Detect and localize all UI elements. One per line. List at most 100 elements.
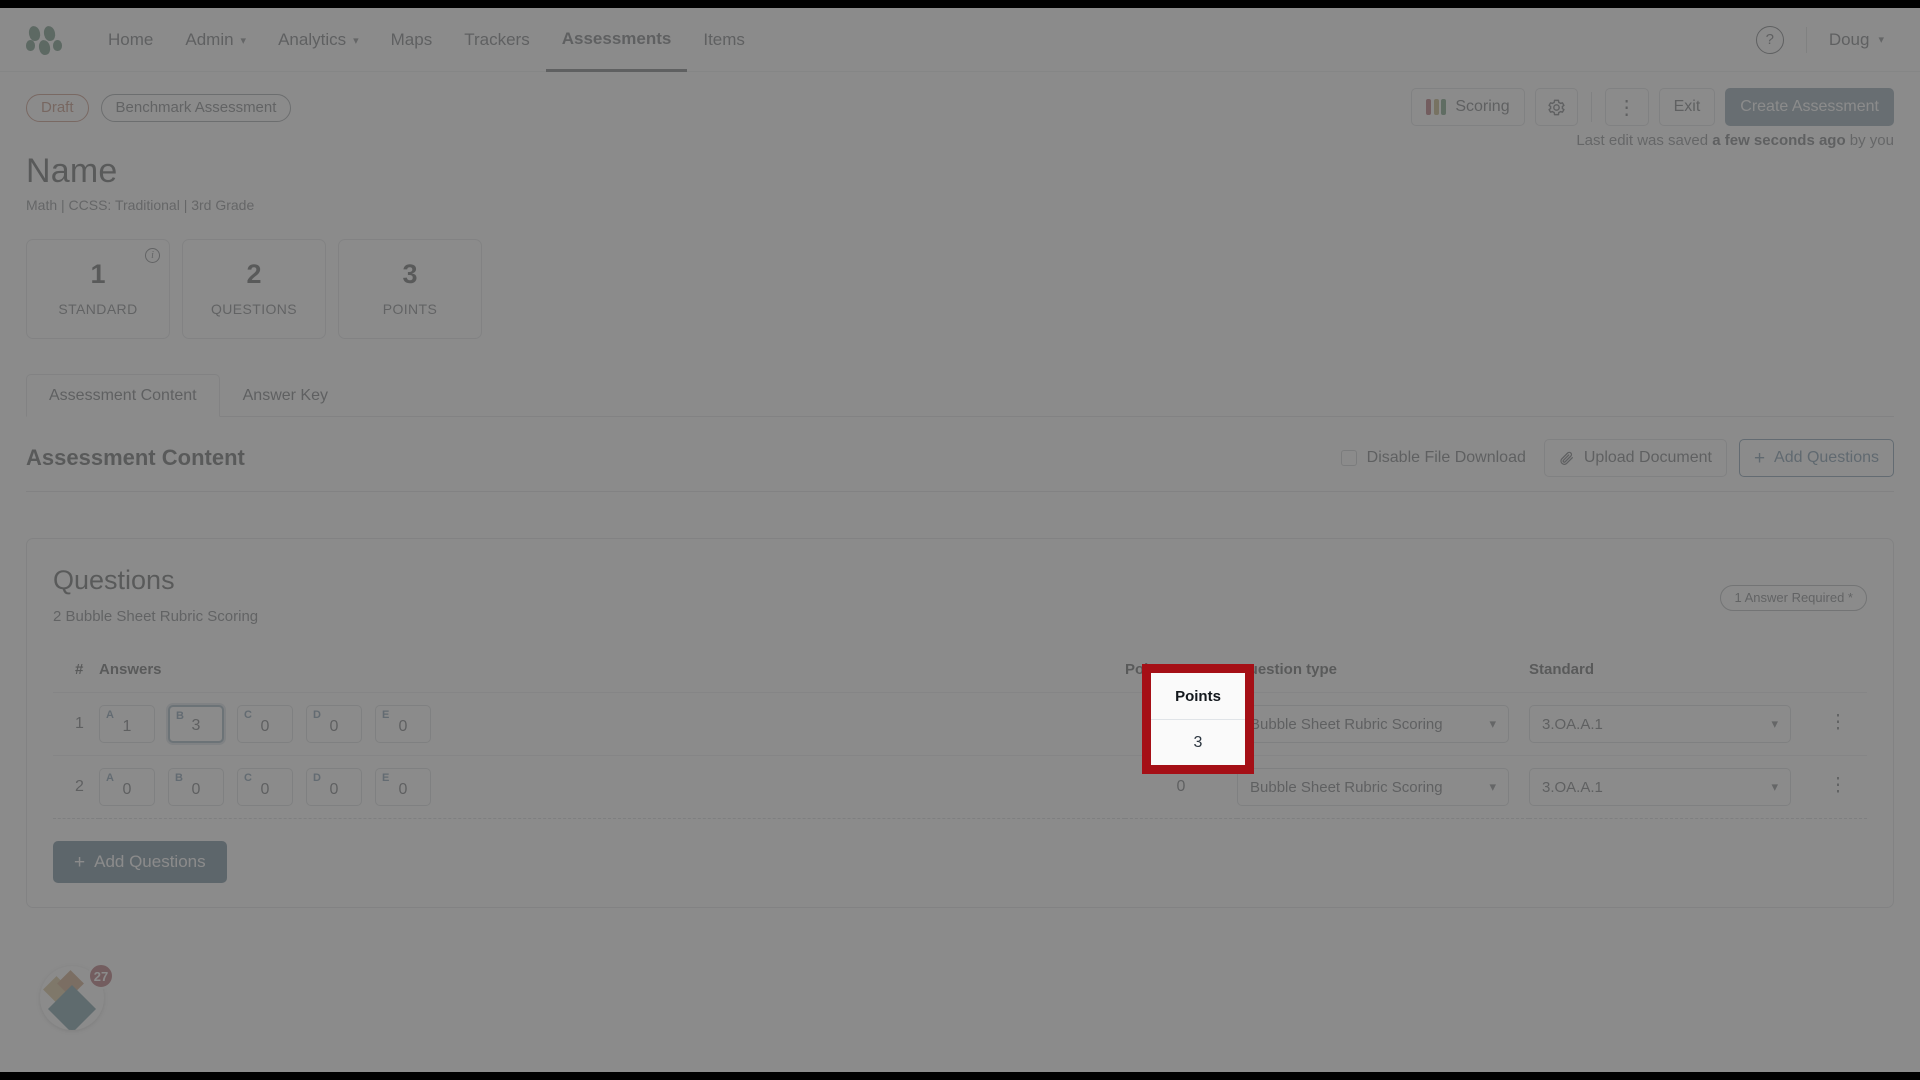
- stat-value: 3: [402, 259, 418, 289]
- stat-value: 2: [246, 259, 262, 289]
- answer-value: 0: [122, 781, 132, 798]
- row-question-type-cell: Bubble Sheet Rubric Scoring ▾: [1237, 755, 1529, 819]
- user-menu-button[interactable]: Doug ▾: [1829, 30, 1894, 50]
- question-type-value: Bubble Sheet Rubric Scoring: [1250, 778, 1443, 796]
- answer-value: 0: [191, 781, 201, 798]
- row-question-type-cell: Bubble Sheet Rubric Scoring ▾: [1237, 692, 1529, 756]
- chevron-down-icon: ▾: [240, 34, 247, 47]
- settings-button[interactable]: [1534, 88, 1578, 126]
- assessment-type-badge: Benchmark Assessment: [100, 94, 292, 122]
- answer-input-c[interactable]: C 0: [237, 768, 293, 806]
- scoring-label: Scoring: [1455, 98, 1510, 115]
- help-icon[interactable]: ?: [1755, 25, 1784, 54]
- header-divider: [1590, 92, 1592, 122]
- row-number: 2: [75, 778, 84, 795]
- answer-input-a[interactable]: A 0: [99, 768, 155, 806]
- answer-input-d[interactable]: D 0: [306, 705, 362, 743]
- column-header-menu: [1809, 647, 1867, 693]
- answer-value: 0: [329, 718, 339, 735]
- nav-right-group: ? Doug ▾: [1755, 25, 1894, 54]
- nav-label: Admin: [185, 30, 234, 49]
- row-number: 1: [75, 715, 84, 732]
- stat-label: STANDARD: [58, 301, 138, 317]
- exit-label: Exit: [1673, 98, 1701, 115]
- paperclip-icon: [1560, 451, 1573, 465]
- answer-inputs: A 1 B 3 C 0 D 0 E 0: [99, 705, 1125, 743]
- more-options-button[interactable]: ⋮: [1604, 88, 1649, 126]
- summary-stat-cards: i 1 STANDARD 2 QUESTIONS 3 POINTS: [26, 239, 1894, 339]
- scoring-button[interactable]: Scoring: [1411, 88, 1525, 126]
- tab-answer-key[interactable]: Answer Key: [220, 374, 351, 417]
- chevron-down-icon: ▾: [1771, 716, 1778, 731]
- nav-label: Home: [108, 30, 154, 49]
- answer-input-c[interactable]: C 0: [237, 705, 293, 743]
- exit-button[interactable]: Exit: [1658, 88, 1716, 126]
- row-answers-cell: A 0 B 0 C 0 D 0 E 0: [99, 755, 1125, 819]
- nav-item-maps[interactable]: Maps: [375, 9, 449, 70]
- column-header-number: #: [53, 647, 99, 693]
- nav-item-analytics[interactable]: Analytics ▾: [262, 9, 375, 70]
- app-page: Home Admin ▾ Analytics ▾ Maps Trackers A…: [0, 8, 1920, 1072]
- nav-item-home[interactable]: Home: [92, 9, 169, 70]
- disable-file-download-toggle[interactable]: Disable File Download: [1340, 449, 1532, 467]
- answer-value: 0: [398, 718, 408, 735]
- chevron-down-icon: ▾: [1771, 779, 1778, 794]
- tab-label: Answer Key: [242, 387, 328, 404]
- nav-divider: [1805, 26, 1807, 53]
- answer-input-b[interactable]: B 0: [168, 768, 224, 806]
- answer-required-badge: 1 Answer Required *: [1720, 585, 1867, 611]
- points-value: 0: [1176, 778, 1186, 795]
- row-answers-cell: A 1 B 3 C 0 D 0 E 0: [99, 692, 1125, 756]
- questions-title: Questions: [53, 565, 175, 595]
- scoring-bars-icon: [1426, 99, 1447, 115]
- chevron-down-icon: ▾: [353, 34, 359, 47]
- last-saved-status: Last edit was saved a few seconds ago by…: [1576, 132, 1894, 149]
- standard-select[interactable]: 3.OA.A.1 ▾: [1529, 705, 1791, 743]
- upload-document-button[interactable]: Upload Document: [1543, 439, 1727, 477]
- add-questions-button-top[interactable]: + Add Questions: [1738, 439, 1894, 477]
- answer-input-b[interactable]: B 3: [168, 705, 224, 743]
- questions-table: # Answers Points Question type Standard …: [53, 647, 1867, 819]
- notification-badge: 27: [88, 963, 114, 989]
- user-name-label: Doug: [1828, 29, 1870, 49]
- answer-input-d[interactable]: D 0: [306, 768, 362, 806]
- answer-input-e[interactable]: E 0: [375, 768, 431, 806]
- row-standard-cell: 3.OA.A.1 ▾: [1529, 692, 1809, 756]
- add-questions-label: Add Questions: [94, 852, 206, 871]
- row-menu-icon[interactable]: ⋮: [1829, 775, 1848, 796]
- highlighted-points-header: Points: [1151, 673, 1245, 720]
- nav-item-assessments[interactable]: Assessments: [545, 8, 688, 72]
- nav-item-items[interactable]: Items: [687, 9, 761, 70]
- question-type-select[interactable]: Bubble Sheet Rubric Scoring ▾: [1237, 768, 1509, 806]
- chevron-down-icon: ▾: [1489, 716, 1496, 731]
- answer-input-e[interactable]: E 0: [375, 705, 431, 743]
- row-menu-icon[interactable]: ⋮: [1829, 712, 1848, 733]
- answer-value: 0: [398, 781, 408, 798]
- questions-table-body: 1 A 1 B 3 C 0 D 0 E 0 Bubble Sheet Rubri…: [53, 692, 1867, 819]
- nav-item-trackers[interactable]: Trackers: [448, 9, 546, 70]
- stat-card-standard: i 1 STANDARD: [26, 239, 170, 339]
- standard-value: 3.OA.A.1: [1542, 715, 1603, 733]
- row-number-cell: 1: [53, 692, 99, 756]
- nav-label: Assessments: [561, 28, 672, 48]
- add-questions-button-bottom[interactable]: + Add Questions: [53, 841, 227, 883]
- status-badge-draft: Draft: [26, 94, 89, 122]
- standard-select[interactable]: 3.OA.A.1 ▾: [1529, 768, 1791, 806]
- answer-input-a[interactable]: A 1: [99, 705, 155, 743]
- nav-item-admin[interactable]: Admin ▾: [169, 9, 262, 70]
- saved-suffix: by you: [1845, 132, 1894, 149]
- content-tabs: Assessment Content Answer Key: [26, 373, 1894, 417]
- section-toolbar: Assessment Content Disable File Download…: [26, 439, 1894, 492]
- create-assessment-button[interactable]: Create Assessment: [1725, 88, 1894, 126]
- answer-value: 0: [260, 718, 270, 735]
- question-type-select[interactable]: Bubble Sheet Rubric Scoring ▾: [1237, 705, 1509, 743]
- tab-assessment-content[interactable]: Assessment Content: [26, 374, 220, 417]
- resource-center-widget[interactable]: 27: [40, 963, 114, 1038]
- tab-label: Assessment Content: [49, 387, 197, 404]
- plus-icon: +: [74, 851, 86, 873]
- add-questions-label: Add Questions: [1774, 449, 1879, 466]
- checkbox-icon[interactable]: [1340, 450, 1357, 466]
- app-logo-icon[interactable]: [26, 24, 66, 56]
- info-icon[interactable]: i: [145, 248, 160, 263]
- answer-value: 0: [260, 781, 270, 798]
